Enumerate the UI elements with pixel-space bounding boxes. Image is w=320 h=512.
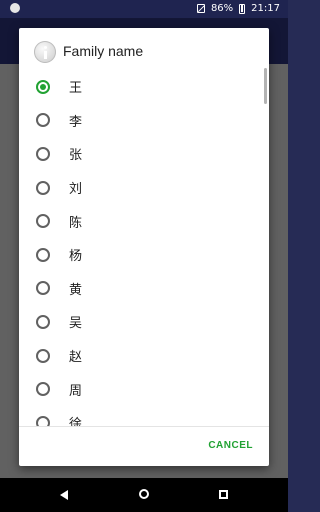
option-item[interactable]: 吴 — [19, 305, 269, 339]
option-item[interactable]: 陈 — [19, 204, 269, 238]
option-item[interactable]: 李 — [19, 104, 269, 138]
option-label: 徐 — [69, 417, 83, 426]
scrollbar-thumb[interactable] — [264, 68, 267, 104]
cancel-button[interactable]: CANCEL — [208, 440, 253, 451]
radio-unchecked-icon[interactable] — [36, 146, 50, 161]
option-label: 张 — [69, 148, 83, 164]
option-label: 黄 — [69, 282, 83, 298]
radio-unchecked-icon[interactable] — [36, 348, 50, 363]
dialog-header: Family name — [19, 28, 269, 76]
option-item[interactable]: 刘 — [19, 171, 269, 205]
dialog-divider — [19, 426, 269, 427]
option-item[interactable]: 徐 — [19, 406, 269, 426]
radio-unchecked-icon[interactable] — [36, 247, 50, 262]
no-sim-icon — [196, 4, 205, 13]
option-label: 赵 — [69, 350, 83, 366]
option-label: 刘 — [69, 182, 83, 198]
notification-icon — [10, 3, 20, 13]
info-icon — [34, 41, 56, 63]
battery-icon — [239, 3, 246, 14]
options-list[interactable]: 王李张刘陈杨黄吴赵周徐 — [19, 70, 269, 426]
home-icon[interactable] — [139, 489, 149, 499]
option-label: 周 — [69, 383, 83, 399]
battery-percentage: 86% — [210, 3, 234, 14]
radio-unchecked-icon[interactable] — [36, 415, 50, 426]
option-label: 陈 — [69, 215, 83, 231]
radio-unchecked-icon[interactable] — [36, 214, 50, 229]
recents-icon[interactable] — [219, 490, 228, 499]
radio-unchecked-icon[interactable] — [36, 180, 50, 195]
option-item[interactable]: 黄 — [19, 272, 269, 306]
option-item[interactable]: 王 — [19, 70, 269, 104]
radio-unchecked-icon[interactable] — [36, 382, 50, 397]
back-icon[interactable] — [60, 490, 68, 500]
radio-unchecked-icon[interactable] — [36, 314, 50, 329]
radio-unchecked-icon[interactable] — [36, 113, 50, 128]
clock: 21:17 — [251, 3, 280, 14]
option-label: 李 — [69, 114, 83, 130]
radio-unchecked-icon[interactable] — [36, 281, 50, 296]
radio-checked-icon[interactable] — [36, 79, 50, 94]
option-label: 吴 — [69, 316, 83, 332]
option-item[interactable]: 周 — [19, 372, 269, 406]
family-name-dialog: Family name 王李张刘陈杨黄吴赵周徐 CANCEL — [19, 28, 269, 466]
dialog-title: Family name — [63, 43, 144, 59]
option-label: 王 — [69, 81, 83, 97]
status-bar: 86% 21:17 — [0, 0, 288, 18]
option-item[interactable]: 张 — [19, 137, 269, 171]
option-item[interactable]: 赵 — [19, 339, 269, 373]
option-item[interactable]: 杨 — [19, 238, 269, 272]
navigation-bar — [0, 478, 288, 512]
option-label: 杨 — [69, 249, 83, 265]
